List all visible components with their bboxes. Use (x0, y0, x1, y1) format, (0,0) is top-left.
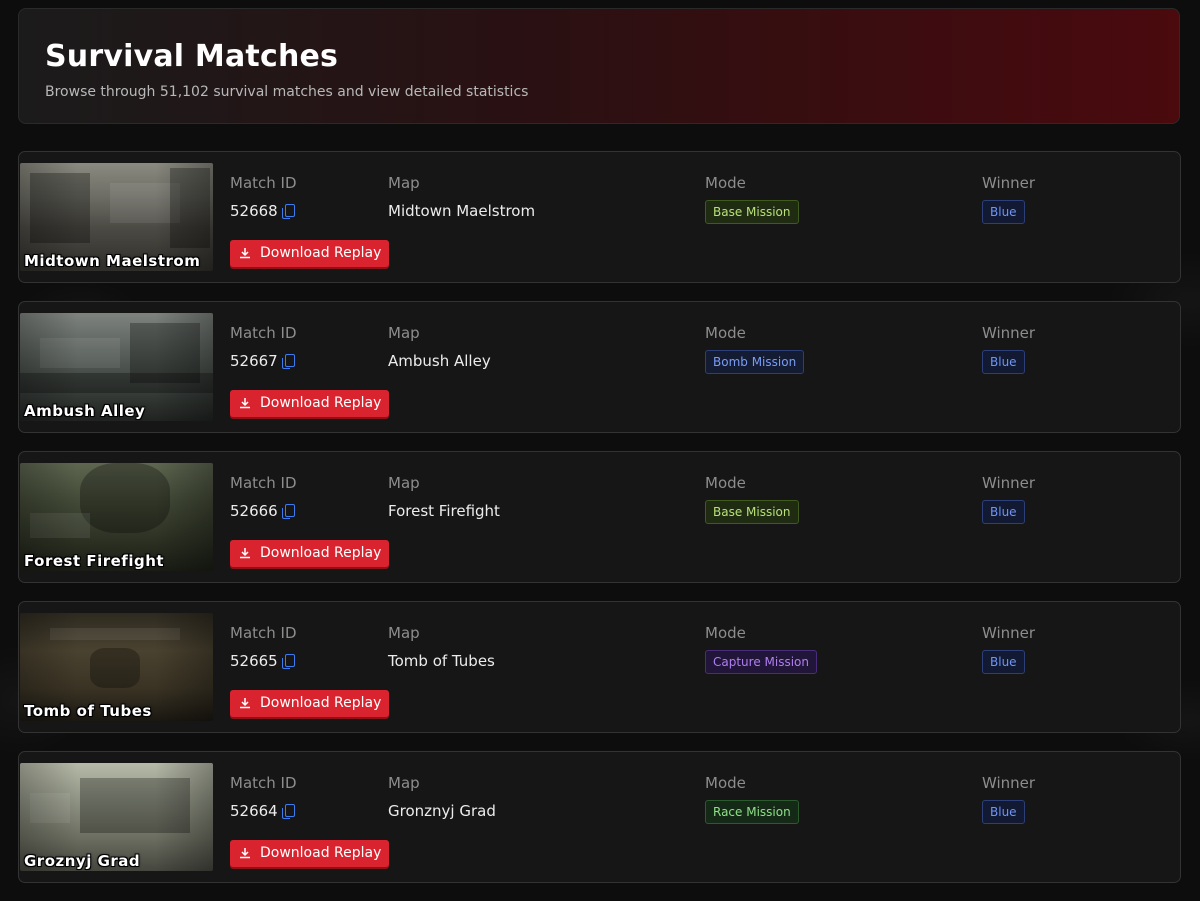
mode-badge: Race Mission (705, 800, 799, 824)
match-card[interactable]: Forest Firefight Match ID 52666 Map Fore… (18, 451, 1181, 583)
match-id-value: 52665 (230, 652, 278, 670)
winner-label: Winner (982, 774, 1036, 792)
match-id-label: Match ID (230, 324, 297, 342)
map-label: Map (388, 324, 420, 342)
page-subtitle: Browse through 51,102 survival matches a… (45, 84, 529, 100)
mode-column: Mode Race Mission (705, 774, 799, 824)
winner-badge: Blue (982, 350, 1025, 374)
winner-column: Winner Blue (982, 624, 1035, 674)
match-id-column: Match ID 52667 (230, 324, 297, 370)
map-thumbnail-title: Forest Firefight (24, 552, 165, 570)
match-card[interactable]: Ambush Alley Match ID 52667 Map Ambush A… (18, 301, 1181, 433)
map-column: Map Midtown Maelstrom (388, 174, 535, 220)
map-column: Map Tomb of Tubes (388, 624, 495, 670)
page-header: Survival Matches Browse through 51,102 s… (18, 8, 1180, 124)
match-id-column: Match ID 52665 (230, 624, 297, 670)
copy-icon[interactable] (281, 354, 295, 369)
match-id-value: 52666 (230, 502, 278, 520)
mode-label: Mode (705, 324, 746, 342)
page-title: Survival Matches (45, 39, 339, 74)
winner-label: Winner (982, 624, 1036, 642)
match-id-label: Match ID (230, 474, 297, 492)
match-card[interactable]: Groznyj Grad Match ID 52664 Map Gronznyj… (18, 751, 1181, 883)
map-thumbnail-title: Ambush Alley (24, 402, 146, 420)
map-value: Tomb of Tubes (388, 652, 495, 670)
match-card[interactable]: Tomb of Tubes Match ID 52665 Map Tomb of… (18, 601, 1181, 733)
mode-badge: Capture Mission (705, 650, 817, 674)
map-thumbnail-title: Midtown Maelstrom (24, 252, 201, 270)
download-replay-button[interactable]: Download Replay (230, 690, 390, 717)
winner-badge: Blue (982, 500, 1025, 524)
match-id-column: Match ID 52668 (230, 174, 297, 220)
copy-icon[interactable] (281, 204, 295, 219)
map-column: Map Ambush Alley (388, 324, 491, 370)
map-thumbnail[interactable]: Ambush Alley (20, 313, 213, 421)
download-replay-button[interactable]: Download Replay (230, 390, 390, 417)
copy-icon[interactable] (281, 504, 295, 519)
winner-badge: Blue (982, 650, 1025, 674)
mode-label: Mode (705, 174, 746, 192)
map-value: Midtown Maelstrom (388, 202, 536, 220)
download-icon (240, 698, 250, 709)
download-icon (240, 248, 250, 259)
map-column: Map Forest Firefight (388, 474, 500, 520)
map-thumbnail[interactable]: Forest Firefight (20, 463, 213, 571)
map-value: Gronznyj Grad (388, 802, 496, 820)
match-id-column: Match ID 52666 (230, 474, 297, 520)
download-replay-button[interactable]: Download Replay (230, 540, 390, 567)
mode-label: Mode (705, 624, 746, 642)
map-thumbnail-title: Groznyj Grad (24, 852, 141, 870)
download-icon (240, 398, 250, 409)
mode-column: Mode Capture Mission (705, 624, 817, 674)
map-thumbnail[interactable]: Tomb of Tubes (20, 613, 213, 721)
download-replay-label: Download Replay (260, 695, 382, 711)
winner-column: Winner Blue (982, 474, 1035, 524)
map-column: Map Gronznyj Grad (388, 774, 496, 820)
download-icon (240, 548, 250, 559)
mode-badge: Base Mission (705, 200, 799, 224)
winner-badge: Blue (982, 800, 1025, 824)
match-id-label: Match ID (230, 624, 297, 642)
map-label: Map (388, 174, 420, 192)
winner-label: Winner (982, 324, 1036, 342)
copy-icon[interactable] (281, 654, 295, 669)
match-id-label: Match ID (230, 774, 297, 792)
mode-column: Mode Base Mission (705, 174, 799, 224)
download-replay-label: Download Replay (260, 395, 382, 411)
map-thumbnail[interactable]: Groznyj Grad (20, 763, 213, 871)
download-replay-button[interactable]: Download Replay (230, 240, 390, 267)
mode-badge: Bomb Mission (705, 350, 805, 374)
winner-label: Winner (982, 474, 1036, 492)
match-id-value: 52664 (230, 802, 278, 820)
match-list: Midtown Maelstrom Match ID 52668 Map Mid… (18, 151, 1181, 901)
map-label: Map (388, 774, 420, 792)
download-replay-label: Download Replay (260, 845, 382, 861)
winner-badge: Blue (982, 200, 1025, 224)
winner-column: Winner Blue (982, 774, 1035, 824)
match-id-label: Match ID (230, 174, 297, 192)
download-replay-button[interactable]: Download Replay (230, 840, 390, 867)
winner-column: Winner Blue (982, 174, 1035, 224)
match-id-value: 52668 (230, 202, 278, 220)
mode-column: Mode Bomb Mission (705, 324, 805, 374)
match-id-value: 52667 (230, 352, 278, 370)
mode-column: Mode Base Mission (705, 474, 799, 524)
match-card[interactable]: Midtown Maelstrom Match ID 52668 Map Mid… (18, 151, 1181, 283)
mode-badge: Base Mission (705, 500, 799, 524)
winner-column: Winner Blue (982, 324, 1035, 374)
download-replay-label: Download Replay (260, 545, 382, 561)
map-label: Map (388, 624, 420, 642)
match-id-column: Match ID 52664 (230, 774, 297, 820)
map-label: Map (388, 474, 420, 492)
mode-label: Mode (705, 474, 746, 492)
download-replay-label: Download Replay (260, 245, 382, 261)
map-thumbnail[interactable]: Midtown Maelstrom (20, 163, 213, 271)
download-icon (240, 848, 250, 859)
map-value: Ambush Alley (388, 352, 491, 370)
mode-label: Mode (705, 774, 746, 792)
winner-label: Winner (982, 174, 1036, 192)
copy-icon[interactable] (281, 804, 295, 819)
map-thumbnail-title: Tomb of Tubes (24, 702, 152, 720)
map-value: Forest Firefight (388, 502, 500, 520)
